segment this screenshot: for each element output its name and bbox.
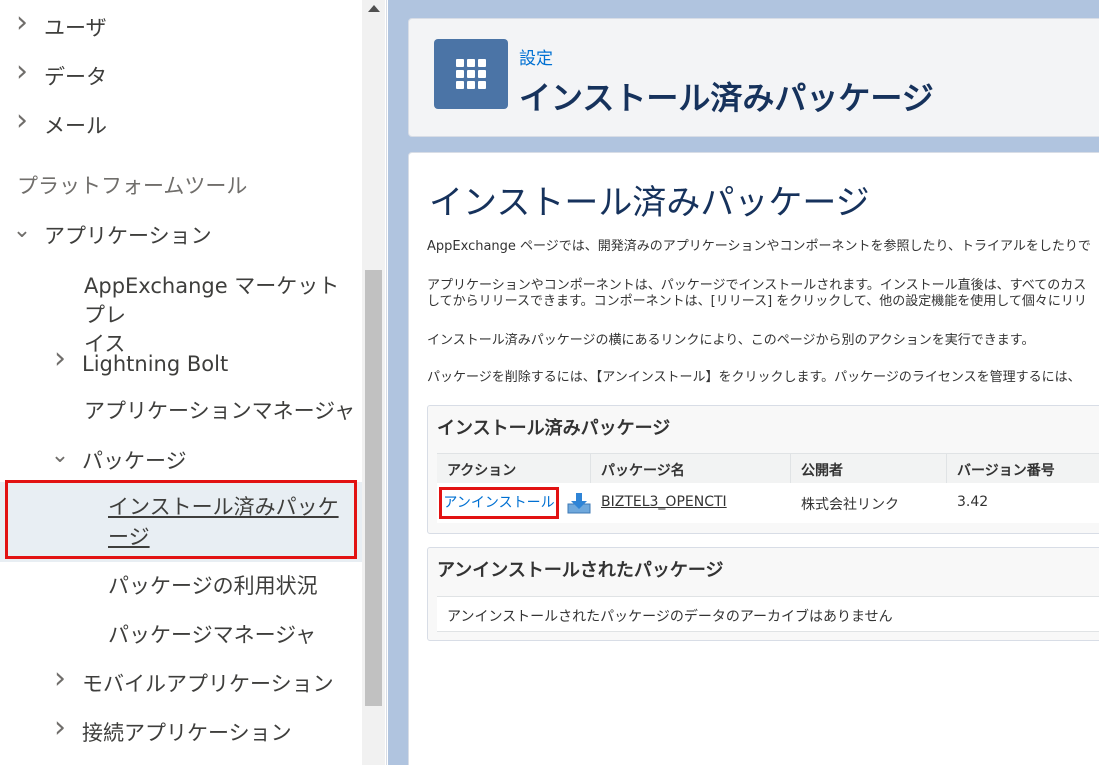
sidebar-item-package-manager[interactable]: パッケージマネージャ — [108, 621, 386, 649]
sidebar-item-label: パッケージ — [82, 449, 187, 473]
sidebar-item-package-usage[interactable]: パッケージの利用状況 — [108, 572, 386, 600]
table-row: アンインストール BIZTEL3_OPENCTI 株式会社リンク 3.42 — [437, 483, 1099, 523]
sidebar-item-users[interactable]: ユーザ — [12, 14, 374, 43]
main-area: 設定 インストール済みパッケージ インストール済みパッケージ AppExchan… — [388, 0, 1099, 765]
uninstall-link[interactable]: アンインストール — [439, 487, 559, 519]
column-header-publisher: 公開者 — [801, 463, 843, 479]
chevron-right-icon — [12, 64, 32, 92]
sidebar-item-connected-apps[interactable]: 接続アプリケーション — [50, 719, 386, 748]
sidebar-item-label: モバイルアプリケーション — [82, 672, 334, 696]
version-cell: 3.42 — [957, 494, 989, 510]
sidebar-item-data[interactable]: データ — [12, 63, 374, 92]
chevron-right-icon — [50, 720, 70, 748]
table-header: アクション パッケージ名 公開者 バージョン番号 — [437, 453, 1099, 485]
uninstalled-packages-panel: アンインストールされたパッケージ アンインストールされたパッケージのデータのアー… — [427, 547, 1099, 641]
column-header-action: アクション — [447, 463, 517, 479]
sidebar-item-packages[interactable]: パッケージ — [50, 447, 386, 477]
page-header: 設定 インストール済みパッケージ — [408, 18, 1099, 137]
chevron-right-icon — [50, 671, 70, 699]
sidebar-item-applications[interactable]: アプリケーション — [12, 222, 374, 252]
actions-paragraph: インストール済みパッケージの横にあるリンクにより、このページから別のアクションを… — [427, 333, 1035, 348]
sidebar-item-appexchange[interactable]: AppExchange マーケットプレ イス — [84, 272, 354, 359]
column-header-package-name: パッケージ名 — [601, 463, 685, 479]
install-paragraph-line1: アプリケーションやコンポーネントは、パッケージでインストールされます。インストー… — [427, 278, 1087, 293]
highlight-box — [5, 480, 357, 559]
package-name[interactable]: BIZTEL3_OPENCTI — [601, 494, 727, 510]
chevron-right-icon — [12, 15, 32, 43]
installed-packages-panel: インストール済みパッケージ アクション パッケージ名 公開者 バージョン番号 ア… — [427, 405, 1099, 534]
sidebar-item-email[interactable]: メール — [12, 112, 374, 141]
sidebar-item-lightning-bolt[interactable]: Lightning Bolt — [50, 350, 386, 379]
sidebar-item-label: Lightning Bolt — [82, 352, 229, 376]
empty-message-row: アンインストールされたパッケージのデータのアーカイブはありません — [437, 596, 1099, 632]
empty-message: アンインストールされたパッケージのデータのアーカイブはありません — [447, 609, 893, 625]
breadcrumb[interactable]: 設定 — [519, 44, 553, 69]
grid-icon — [434, 39, 508, 109]
setup-sidebar: ユーザ データ メール プラットフォームツール アプリケーション AppExch… — [0, 0, 387, 765]
chevron-right-icon — [50, 351, 70, 379]
sidebar-item-label-line1: AppExchange マーケットプレ — [84, 274, 340, 327]
chevron-down-icon — [50, 448, 70, 477]
chevron-right-icon — [12, 113, 32, 141]
column-header-version: バージョン番号 — [957, 463, 1055, 479]
chevron-down-icon — [12, 223, 32, 252]
download-icon[interactable] — [567, 492, 591, 514]
sidebar-item-label: ユーザ — [44, 16, 107, 40]
section-header-platform-tools: プラットフォームツール — [17, 174, 248, 198]
uninstall-paragraph: パッケージを削除するには、【アンインストール】をクリックします。パッケージのライ… — [427, 370, 1081, 385]
content-card: インストール済みパッケージ AppExchange ページでは、開発済みのアプリ… — [408, 152, 1099, 765]
sidebar-item-label: アプリケーション — [44, 224, 212, 248]
sidebar-item-app-manager[interactable]: アプリケーションマネージャ — [84, 397, 386, 425]
scroll-up-arrow-icon[interactable] — [368, 5, 380, 12]
install-paragraph-line2: してからリリースできます。コンポーネントは、[リリース] をクリックして、他の設… — [427, 294, 1087, 309]
publisher-cell: 株式会社リンク — [801, 497, 899, 513]
sidebar-item-mobile-apps[interactable]: モバイルアプリケーション — [50, 670, 386, 699]
sidebar-item-label: メール — [44, 114, 107, 138]
sidebar-item-label: データ — [44, 65, 107, 89]
package-name-link[interactable]: BIZTEL3_OPENCTI — [601, 494, 727, 510]
intro-paragraph: AppExchange ページでは、開発済みのアプリケーションやコンポーネントを… — [427, 239, 1091, 254]
content-title: インストール済みパッケージ — [429, 183, 870, 223]
scrollbar-thumb[interactable] — [365, 270, 382, 706]
panel-title: インストール済みパッケージ — [437, 418, 671, 439]
panel-title: アンインストールされたパッケージ — [437, 560, 724, 581]
sidebar-item-label: 接続アプリケーション — [82, 721, 292, 745]
page-title: インストール済みパッケージ — [519, 79, 934, 117]
